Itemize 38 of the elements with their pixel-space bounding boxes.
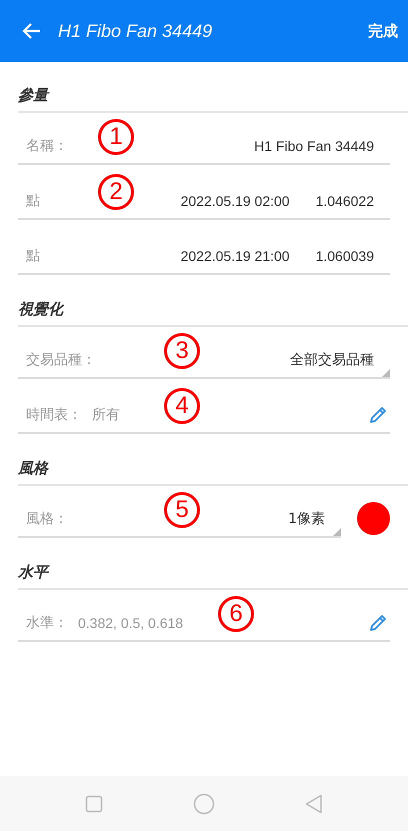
field-label: 風格： bbox=[26, 510, 68, 528]
annotation-number: 3 bbox=[164, 333, 200, 369]
point-date: 2022.05.19 02:00 bbox=[180, 192, 290, 208]
dropdown-corner-icon bbox=[333, 528, 341, 536]
field-label: 水準： bbox=[26, 614, 68, 632]
dropdown-value: 1像素 bbox=[288, 510, 325, 528]
annotation-number: 1 bbox=[98, 119, 134, 155]
back-icon[interactable] bbox=[305, 794, 323, 814]
dropdown-corner-icon bbox=[382, 368, 390, 376]
field-label: 交易品種： bbox=[26, 350, 96, 368]
annotation-number: 6 bbox=[218, 596, 254, 632]
point-price: 1.046022 bbox=[316, 192, 374, 208]
field-value: H1 Fibo Fan 34449 bbox=[254, 138, 374, 154]
field-label: 點 bbox=[26, 192, 40, 210]
edit-pencil-icon[interactable] bbox=[368, 612, 388, 632]
point-price: 1.060039 bbox=[316, 248, 374, 264]
dropdown-value: 全部交易品種 bbox=[290, 350, 374, 368]
section-title: 參量 bbox=[18, 86, 50, 106]
field-value: 所有 bbox=[92, 406, 120, 424]
form-field[interactable]: 點 2022.05.19 21:00 1.060039 bbox=[18, 238, 390, 274]
color-swatch[interactable] bbox=[357, 502, 390, 535]
point-date: 2022.05.19 21:00 bbox=[180, 248, 290, 264]
edit-pencil-icon[interactable] bbox=[368, 404, 388, 424]
screen-title: H1 Fibo Fan 34449 bbox=[58, 20, 214, 42]
done-button[interactable]: 完成 bbox=[358, 22, 408, 40]
field-label: 名稱： bbox=[26, 136, 68, 154]
back-arrow-icon[interactable] bbox=[22, 21, 42, 41]
section-title: 水平 bbox=[18, 563, 51, 583]
recents-icon[interactable] bbox=[85, 794, 103, 812]
section-title: 風格 bbox=[18, 459, 50, 479]
annotation-number: 4 bbox=[164, 388, 200, 424]
section-title: 視覺化 bbox=[18, 300, 65, 320]
field-label: 時間表： bbox=[26, 406, 82, 424]
home-icon[interactable] bbox=[193, 792, 215, 814]
annotation-number: 2 bbox=[98, 174, 134, 210]
field-label: 點 bbox=[26, 246, 40, 264]
field-value: 0.382, 0.5, 0.618 bbox=[78, 614, 184, 630]
annotation-number: 5 bbox=[164, 492, 200, 528]
